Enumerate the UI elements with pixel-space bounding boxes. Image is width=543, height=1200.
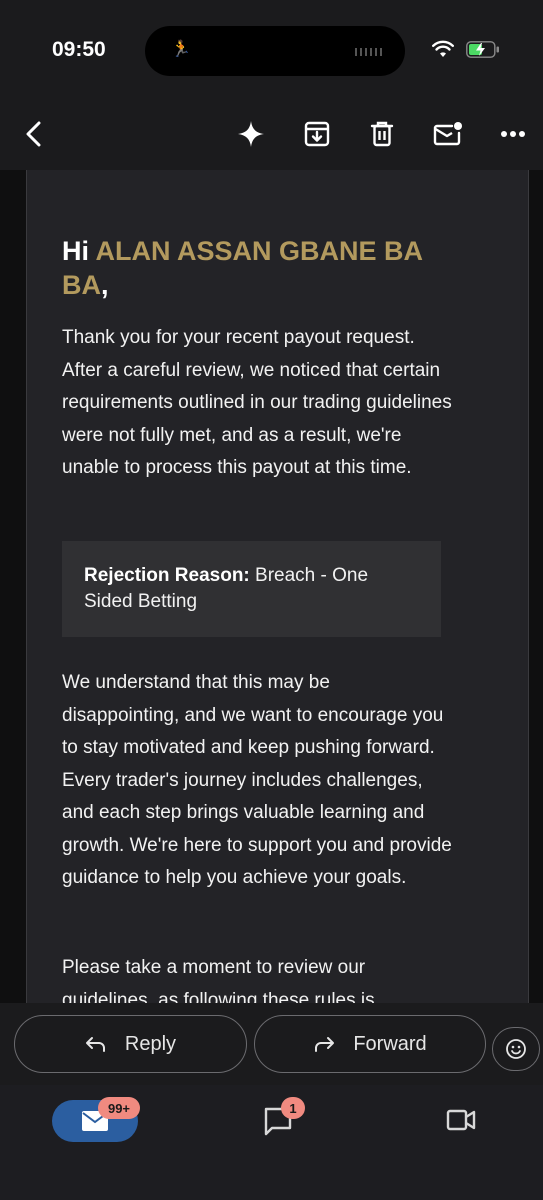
recipient-name: ALAN ASSAN GBANE BA BA bbox=[62, 236, 423, 300]
reply-button[interactable]: Reply bbox=[14, 1015, 247, 1073]
delete-icon[interactable] bbox=[364, 116, 400, 152]
reply-arrow-icon bbox=[85, 1037, 105, 1052]
bottom-navigation: 99+ 1 bbox=[0, 1085, 543, 1200]
reply-action-bar: Reply Forward bbox=[0, 1003, 543, 1085]
clock: 09:50 bbox=[52, 38, 106, 61]
audio-wave-icon bbox=[355, 48, 385, 56]
more-icon[interactable] bbox=[495, 116, 531, 152]
greeting: Hi ALAN ASSAN GBANE BA BA, bbox=[62, 234, 442, 302]
rejection-callout: Rejection Reason: Breach - One Sided Bet… bbox=[62, 541, 441, 637]
activity-runner-icon: 🏃 bbox=[171, 41, 191, 58]
paragraph-guidelines: Please take a moment to review our guide… bbox=[62, 957, 375, 1003]
emoji-reaction-button[interactable] bbox=[492, 1027, 540, 1071]
sparkle-icon[interactable] bbox=[233, 116, 269, 152]
email-body[interactable]: Hi ALAN ASSAN GBANE BA BA, Thank you for… bbox=[0, 170, 543, 1003]
forward-label: Forward bbox=[353, 1032, 427, 1055]
smiley-icon bbox=[506, 1039, 526, 1059]
video-call-icon[interactable] bbox=[446, 1107, 476, 1133]
mark-unread-icon[interactable] bbox=[430, 116, 466, 152]
battery-charging-icon bbox=[466, 41, 499, 58]
dynamic-island[interactable]: 🏃 bbox=[145, 26, 405, 76]
paragraph-encouragement: We understand that this may be disappoin… bbox=[62, 672, 452, 888]
greeting-suffix: , bbox=[101, 270, 109, 300]
back-arrow-icon[interactable] bbox=[16, 116, 52, 152]
mail-unread-badge: 99+ bbox=[98, 1097, 140, 1119]
wifi-icon bbox=[432, 40, 454, 57]
greeting-prefix: Hi bbox=[62, 236, 89, 266]
email-toolbar bbox=[0, 100, 543, 170]
forward-arrow-icon bbox=[315, 1037, 335, 1052]
status-bar: 09:50 🏃 bbox=[0, 0, 543, 100]
forward-button[interactable]: Forward bbox=[254, 1015, 486, 1073]
archive-icon[interactable] bbox=[299, 116, 335, 152]
paragraph-intro: Thank you for your recent payout request… bbox=[62, 327, 452, 478]
reply-label: Reply bbox=[124, 1032, 177, 1055]
rejection-label: Rejection Reason: bbox=[84, 565, 250, 586]
chat-unread-badge: 1 bbox=[281, 1097, 305, 1119]
